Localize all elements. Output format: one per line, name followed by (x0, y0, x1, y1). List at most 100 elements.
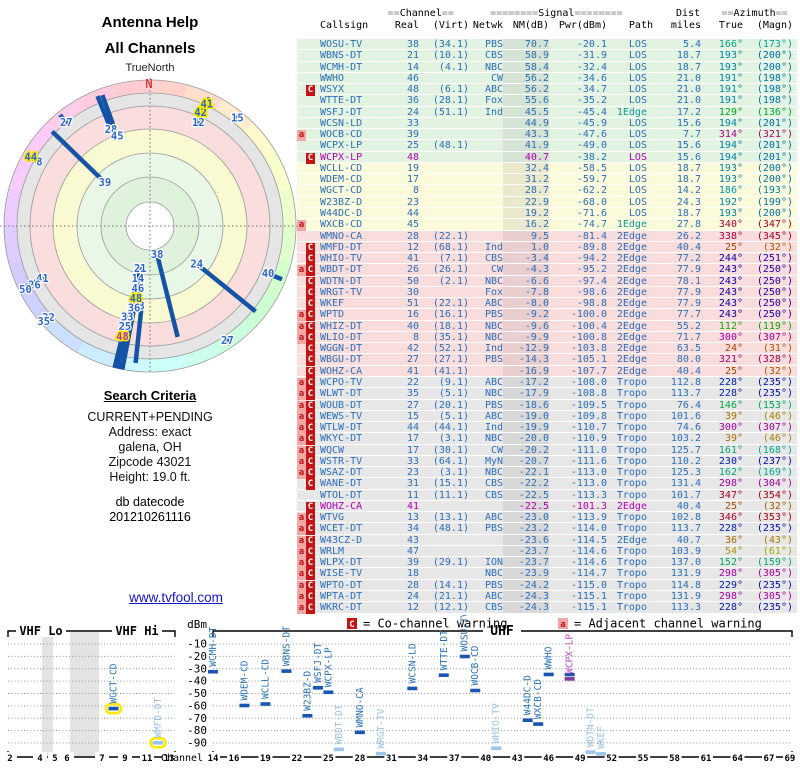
cell-real-channel: 13 (406, 512, 419, 524)
cell-callsign: WXCB-CD (320, 219, 363, 231)
cell-nm-db: -17.2 (503, 376, 549, 388)
cell-network: ABC (484, 298, 503, 310)
co-channel-marker-slot: C (306, 388, 317, 401)
col-real: Real (394, 19, 419, 31)
co-channel-marker-slot: C (306, 568, 317, 581)
cell-virtual-channel: (11.1) (432, 489, 469, 501)
cell-power-dbm: -113.9 (570, 512, 607, 524)
co-channel-marker-slot: C (306, 546, 317, 558)
cell-callsign: WLPX-DT (320, 557, 363, 569)
station-callsign-label: WMFD-DT (153, 697, 164, 737)
dbm-tick-label: -50 (187, 687, 207, 700)
co-channel-marker-slot (306, 163, 317, 173)
cell-real-channel: 39 (406, 129, 419, 141)
co-channel-marker-slot (306, 39, 317, 49)
station-signal-dash (312, 686, 323, 690)
signal-group-header: ========Signal======== (490, 8, 623, 19)
cell-power-dbm: -114.6 (570, 545, 607, 557)
cell-azimuth-magnetic: (307°) (756, 422, 793, 434)
adjacent-marker-slot (297, 354, 306, 364)
cell-network (469, 197, 503, 207)
cell-azimuth-magnetic: (200°) (756, 174, 793, 186)
cell-path: LOS (628, 151, 653, 163)
cell-power-dbm: -59.7 (576, 174, 607, 186)
cell-virtual-channel: (51.1) (432, 106, 469, 118)
radar-channel-label: 15 (231, 113, 244, 125)
cell-nm-db: 31.2 (503, 174, 549, 185)
station-callsign-label: WRGT-TV (376, 708, 387, 748)
cell-network: ABC (484, 591, 503, 603)
co-channel-marker-slot: C (306, 411, 317, 423)
channel-tick-label: 16 (229, 754, 240, 764)
adjacent-marker-slot: a (297, 129, 306, 142)
channel-tick-label: 52 (606, 754, 617, 764)
dbm-tick-label: -30 (187, 662, 207, 675)
table-row: WGCT-CD 8 28.7 -62.2 LOS 14.2 186° (193°) (297, 185, 797, 197)
cell-callsign: WBNS-DT (320, 50, 363, 62)
dbm-axis-title: dBm (187, 618, 207, 631)
cell-power-dbm: -103.8 (570, 343, 607, 355)
cell-nm-db: -17.9 (503, 388, 549, 399)
cell-distance-miles: 103.2 (670, 433, 701, 445)
cell-nm-db: -6.6 (503, 275, 549, 287)
station-signal-dash (522, 718, 533, 723)
station-signal-dash (596, 752, 607, 756)
cell-nm-db: -22.2 (503, 478, 549, 489)
cell-path: Tropo (616, 568, 653, 580)
cell-azimuth-true: 194° (718, 151, 743, 163)
cell-callsign: WMNO-CA (320, 230, 363, 242)
channel-tick-label: 31 (386, 754, 397, 764)
radar-channel-label: 41 (200, 99, 213, 111)
table-row: a C WSAZ-DT 23 (3.1) NBC -22.1 -113.0 Tropo 125.… (297, 467, 797, 480)
channel-axis-title: Channel (161, 753, 203, 764)
cell-callsign: W43CZ-D (320, 534, 363, 546)
cell-distance-miles: 77.9 (676, 298, 701, 310)
cell-network: CBS (484, 50, 503, 62)
co-channel-marker-slot (306, 118, 317, 128)
station-callsign-label: WGCT-CD (109, 663, 120, 703)
channel-tick-label: 5 (52, 754, 57, 764)
cell-virtual-channel: (34.1) (432, 39, 469, 50)
cell-azimuth-true: 161° (718, 444, 743, 456)
adjacent-marker-slot: a (297, 321, 306, 333)
station-callsign-label: WDEM-CD (239, 660, 250, 700)
cell-virtual-channel: (30.1) (432, 444, 469, 456)
cell-path: Tropo (616, 579, 653, 591)
adjacent-marker-slot (297, 276, 306, 286)
cell-nm-db: 22.9 (503, 196, 549, 208)
cell-path: Tropo (616, 455, 653, 467)
cell-callsign: WOSU-TV (320, 39, 363, 50)
table-row: a WXCB-CD 45 16.2 -74.7 1Edge 27.8 340° (347°) (297, 219, 797, 232)
cell-virtual-channel: (13.1) (432, 512, 469, 524)
cell-real-channel: 23 (406, 467, 419, 479)
cell-callsign: WQCW (320, 444, 345, 456)
cell-nm-db: 19.2 (503, 207, 549, 219)
radar-channel-label: 48 (116, 331, 129, 343)
cell-virtual-channel (419, 546, 469, 556)
radar-channel-label: 35 (37, 316, 50, 328)
cell-nm-db: -22.5 (503, 489, 549, 501)
cell-nm-db: -3.4 (503, 253, 549, 264)
table-row: WCMH-DT 14 (4.1) NBC 58.4 -32.4 LOS 18.7 193° (2… (297, 61, 797, 73)
station-callsign-label: W44DC-D (523, 675, 534, 715)
cell-callsign: WOUB-DT (320, 399, 363, 411)
tvfool-link[interactable]: www.tvfool.com (60, 590, 292, 605)
cell-path: 1Edge (616, 219, 653, 231)
cell-real-channel: 24 (406, 106, 419, 118)
cell-azimuth-magnetic: (305°) (756, 591, 793, 603)
cell-network (469, 185, 503, 195)
cell-path: 2Edge (616, 534, 653, 546)
co-channel-marker-slot (306, 231, 317, 241)
table-row: WCLL-CD 19 32.4 -58.5 LOS 18.7 193° (200°) (297, 162, 797, 175)
adjacent-marker-slot (297, 185, 306, 195)
cell-path: Tropo (616, 478, 653, 490)
cell-callsign: WKRC-DT (320, 602, 363, 614)
cell-distance-miles: 7.7 (682, 129, 701, 141)
cell-azimuth-magnetic: (200°) (756, 50, 793, 62)
cell-network (469, 535, 503, 545)
col-netwk: Netwk (472, 19, 503, 31)
cell-path: Tropo (616, 523, 653, 535)
cell-network: ABC (484, 410, 503, 422)
table-row: WOSU-TV 38 (34.1) PBS 70.7 -20.1 LOS 5.4 166° (1… (297, 39, 797, 51)
cell-network: NBC (484, 275, 503, 287)
